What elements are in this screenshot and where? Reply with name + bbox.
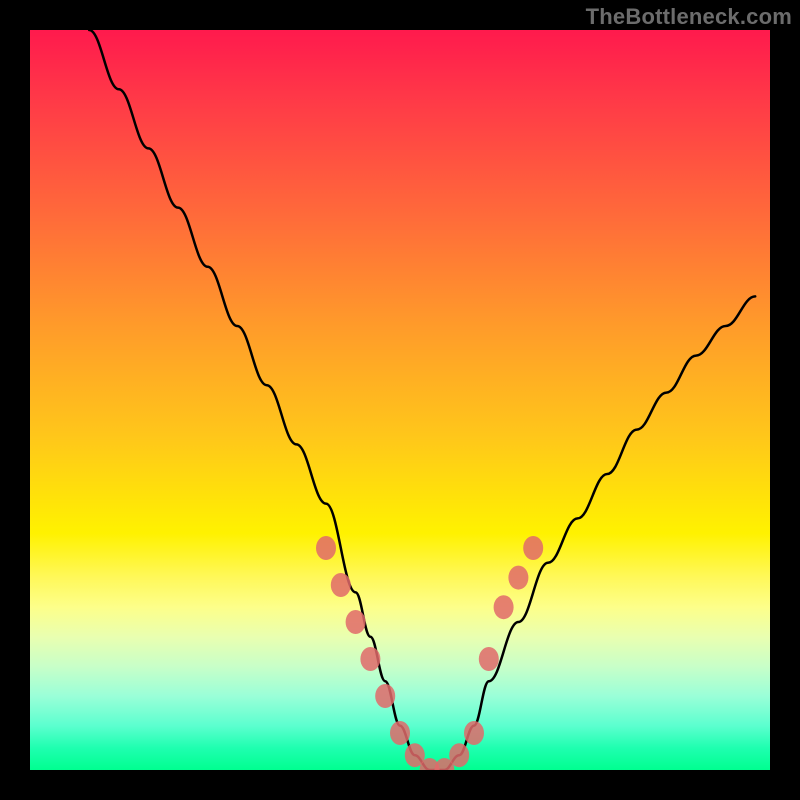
highlight-dot [508,566,528,590]
plot-area [30,30,770,770]
highlight-dot [494,595,514,619]
highlight-dot [375,684,395,708]
highlight-dot [316,536,336,560]
highlight-dots-group [316,536,543,770]
highlight-dot [390,721,410,745]
highlight-dot [523,536,543,560]
watermark-text: TheBottleneck.com [586,4,792,30]
highlight-dot [346,610,366,634]
chart-svg [30,30,770,770]
chart-frame: TheBottleneck.com [0,0,800,800]
highlight-dot [449,743,469,767]
bottleneck-curve [89,30,755,770]
highlight-dot [479,647,499,671]
highlight-dot [360,647,380,671]
highlight-dot [464,721,484,745]
highlight-dot [331,573,351,597]
